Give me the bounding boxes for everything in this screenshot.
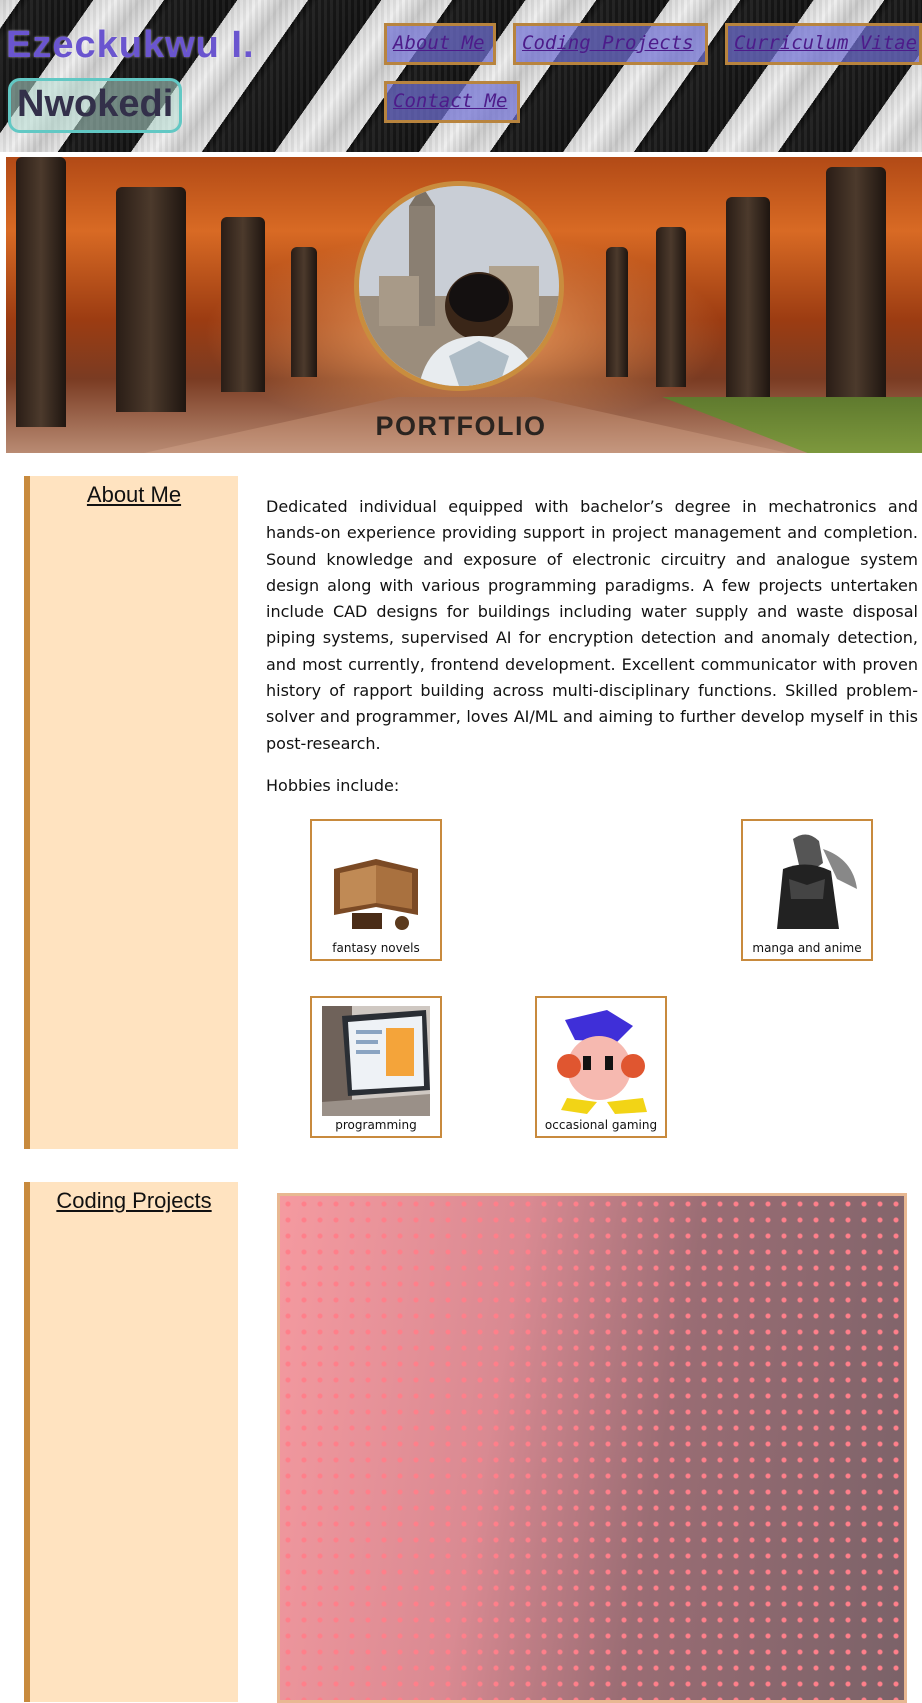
hobby-occasional-gaming: occasional gaming (535, 996, 667, 1138)
hobby-manga-anime: manga and anime (741, 819, 873, 961)
projects-sidebar: Coding Projects (24, 1182, 238, 1702)
hobbies-label: Hobbies include: (266, 776, 400, 795)
hobby-programming: programming (310, 996, 442, 1138)
tree-trunk (726, 197, 770, 397)
portfolio-title: PORTFOLIO (375, 411, 547, 441)
project-led-wall-image[interactable] (277, 1193, 907, 1703)
about-heading: About Me (86, 482, 182, 507)
profile-avatar (354, 181, 564, 391)
site-name-first: Ezeckukwu I. (6, 24, 255, 66)
manga-character-icon (753, 829, 861, 939)
about-sidebar: About Me (24, 476, 238, 1149)
nav-about-me[interactable]: About Me (384, 23, 496, 65)
tree-trunk (656, 227, 686, 387)
game-character-icon (547, 1006, 655, 1116)
projects-heading: Coding Projects (56, 1188, 212, 1213)
laptop-icon (322, 1006, 430, 1116)
nav-coding-projects[interactable]: Coding Projects (513, 23, 708, 65)
tree-trunk (116, 187, 186, 412)
nav-curriculum-vitae[interactable]: Curriculum Vitae (725, 23, 922, 65)
tree-trunk (606, 247, 628, 377)
site-header: Ezeckukwu I. Nwokedi About Me Coding Pro… (0, 0, 922, 152)
tree-trunk (826, 167, 886, 407)
tree-trunk (16, 157, 66, 427)
profile-photo (359, 186, 559, 386)
hobby-caption: fantasy novels (332, 941, 420, 955)
about-paragraph: Dedicated individual equipped with bache… (266, 497, 918, 753)
nav-contact-me[interactable]: Contact Me (384, 81, 520, 123)
book-icon (322, 829, 430, 939)
tree-trunk (291, 247, 317, 377)
hobby-caption: manga and anime (752, 941, 862, 955)
tree-trunk (221, 217, 265, 392)
hobby-caption: occasional gaming (544, 1118, 658, 1132)
site-name-last: Nwokedi (8, 78, 183, 133)
hobby-caption: programming (335, 1118, 417, 1132)
hobby-fantasy-novels: fantasy novels (310, 819, 442, 961)
